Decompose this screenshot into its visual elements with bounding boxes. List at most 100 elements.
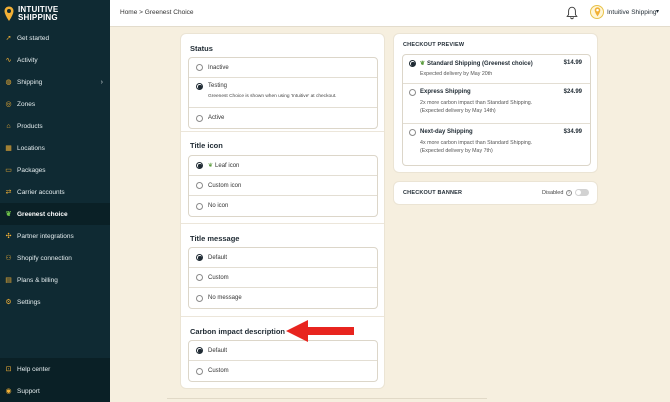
shipping-name: Next-day Shipping bbox=[420, 129, 473, 135]
sidebar-item-locations[interactable]: ▦ Locations bbox=[0, 137, 110, 159]
checkout-banner-title: CHECKOUT BANNER bbox=[403, 190, 463, 196]
option-label: Default bbox=[208, 254, 228, 261]
sidebar-item-get-started[interactable]: ➚ Get started bbox=[0, 27, 110, 49]
checkout-banner-toggle[interactable] bbox=[575, 189, 589, 196]
sidebar-item-support[interactable]: ◉ Support bbox=[0, 380, 110, 402]
activity-icon: ∿ bbox=[5, 57, 12, 64]
sidebar-item-label: Shipping bbox=[17, 78, 43, 86]
shipping-options: ❦ Standard Shipping (Greenest choice) $14… bbox=[402, 54, 591, 166]
package-icon: ▭ bbox=[5, 167, 12, 174]
status-title: Status bbox=[190, 44, 213, 53]
radio-button[interactable] bbox=[196, 274, 203, 281]
option-label: Custom bbox=[208, 274, 229, 281]
status-option-testing[interactable]: Testing Greenest Choice is shown when usi… bbox=[189, 78, 377, 108]
sidebar-item-label: Support bbox=[17, 387, 40, 395]
shipping-name-text: Standard Shipping (Greenest choice) bbox=[427, 61, 533, 67]
sidebar-item-settings[interactable]: ⚙ Settings bbox=[0, 291, 110, 313]
globe-icon: ◍ bbox=[5, 79, 12, 86]
sidebar-item-help-center[interactable]: ⊡ Help center bbox=[0, 358, 110, 380]
sidebar-item-partner-integrations[interactable]: ✣ Partner integrations bbox=[0, 225, 110, 247]
shipping-price: $34.99 bbox=[563, 129, 582, 135]
shipping-description-line: 2x more carbon impact than Standard Ship… bbox=[420, 100, 533, 106]
title-message-option-none[interactable]: No message bbox=[189, 288, 377, 308]
rocket-icon: ➚ bbox=[5, 35, 12, 42]
carbon-option-custom[interactable]: Custom bbox=[189, 361, 377, 381]
radio-button[interactable] bbox=[409, 129, 416, 136]
account-avatar[interactable] bbox=[590, 5, 604, 19]
option-label: No icon bbox=[208, 203, 229, 209]
sidebar-item-label: Settings bbox=[17, 298, 41, 306]
bell-icon[interactable] bbox=[566, 6, 578, 20]
radio-button[interactable] bbox=[196, 367, 203, 375]
status-option-active[interactable]: Active bbox=[189, 108, 377, 128]
help-circle-icon[interactable]: ? bbox=[566, 189, 572, 196]
sidebar-item-zones[interactable]: ◎ Zones bbox=[0, 93, 110, 115]
carbon-impact-title: Carbon impact description bbox=[190, 327, 286, 336]
shipping-description-line: (Expected delivery by May 7th) bbox=[420, 148, 493, 154]
sidebar-item-carrier-accounts[interactable]: ⇄ Carrier accounts bbox=[0, 181, 110, 203]
radio-button-selected[interactable] bbox=[196, 83, 203, 90]
shipping-option-next-day[interactable]: Next-day Shipping $34.99 4x more carbon … bbox=[403, 124, 590, 166]
breadcrumb[interactable]: Home > Greenest Choice bbox=[120, 9, 194, 16]
carbon-option-default[interactable]: Default bbox=[189, 341, 377, 361]
account-name[interactable]: Intuitive Shipping bbox=[607, 9, 657, 16]
sidebar-item-activity[interactable]: ∿ Activity bbox=[0, 49, 110, 71]
option-label: Active bbox=[208, 115, 225, 121]
checkout-preview-panel: CHECKOUT PREVIEW ❦ Standard Shipping (Gre… bbox=[393, 33, 598, 173]
shipping-name: ❦ Standard Shipping (Greenest choice) bbox=[420, 60, 533, 67]
title-message-options: Default Custom No message bbox=[188, 247, 378, 309]
chevron-down-icon[interactable]: ▾ bbox=[656, 8, 659, 15]
sidebar-item-plans-billing[interactable]: ▤ Plans & billing bbox=[0, 269, 110, 291]
sidebar-bottom: ⊡ Help center ◉ Support bbox=[0, 358, 110, 402]
sidebar-item-label: Products bbox=[17, 122, 43, 130]
sidebar-item-label: Activity bbox=[17, 56, 38, 64]
radio-button[interactable] bbox=[196, 182, 203, 189]
radio-button-selected[interactable] bbox=[196, 254, 203, 261]
shipping-option-express[interactable]: Express Shipping $24.99 2x more carbon i… bbox=[403, 84, 590, 124]
option-label: Custom bbox=[208, 368, 229, 374]
radio-button[interactable] bbox=[196, 294, 203, 302]
sidebar-item-packages[interactable]: ▭ Packages bbox=[0, 159, 110, 181]
carbon-impact-options: Default Custom bbox=[188, 340, 378, 382]
sidebar-item-products[interactable]: ⌂ Products bbox=[0, 115, 110, 137]
title-message-title: Title message bbox=[190, 234, 240, 243]
section-divider bbox=[181, 316, 384, 317]
sidebar-item-shopify-connection[interactable]: ⚇ Shopify connection bbox=[0, 247, 110, 269]
section-divider bbox=[181, 131, 384, 132]
sidebar-item-label: Locations bbox=[17, 144, 45, 152]
radio-button-selected[interactable] bbox=[196, 162, 203, 169]
radio-button[interactable] bbox=[196, 202, 203, 210]
leaf-icon: ❦ bbox=[208, 163, 214, 169]
brand-logo[interactable]: INTUITIVE SHIPPING bbox=[4, 4, 108, 24]
radio-button[interactable] bbox=[196, 114, 203, 122]
radio-button[interactable] bbox=[409, 89, 416, 96]
sidebar-item-greenest-choice[interactable]: ❦ Greenest choice bbox=[0, 203, 110, 225]
title-message-option-default[interactable]: Default bbox=[189, 248, 377, 268]
option-label: Leaf icon bbox=[215, 162, 240, 169]
radio-button-selected[interactable] bbox=[409, 60, 416, 67]
gear-icon: ⚙ bbox=[5, 299, 12, 306]
title-icon-option-custom[interactable]: Custom icon bbox=[189, 176, 377, 196]
option-label: No message bbox=[208, 295, 242, 301]
title-icon-option-leaf[interactable]: ❦ Leaf icon bbox=[189, 156, 377, 176]
title-icon-options: ❦ Leaf icon Custom icon No icon bbox=[188, 155, 378, 217]
checkout-banner-panel: CHECKOUT BANNER Disabled ? bbox=[393, 181, 598, 205]
leaf-icon: ❦ bbox=[420, 61, 426, 67]
sidebar-item-shipping[interactable]: ◍ Shipping › bbox=[0, 71, 110, 93]
shipping-option-standard[interactable]: ❦ Standard Shipping (Greenest choice) $14… bbox=[403, 55, 590, 84]
shipping-description-line: (Expected delivery by May 14th) bbox=[420, 108, 496, 114]
radio-button-selected[interactable] bbox=[196, 347, 203, 354]
sidebar-item-label: Partner integrations bbox=[17, 232, 74, 240]
support-icon: ◉ bbox=[5, 388, 12, 395]
sidebar-nav: ➚ Get started ∿ Activity ◍ Shipping › ◎ Zones… bbox=[0, 27, 110, 313]
location-pin-icon bbox=[4, 6, 14, 21]
title-message-option-custom[interactable]: Custom bbox=[189, 268, 377, 288]
sidebar-item-label: Shopify connection bbox=[17, 254, 72, 262]
shipping-description: Expected delivery by May 20th bbox=[420, 70, 570, 78]
checkout-banner-status: Disabled bbox=[542, 190, 564, 196]
chevron-right-icon: › bbox=[100, 78, 103, 86]
title-icon-option-none[interactable]: No icon bbox=[189, 196, 377, 216]
credit-card-icon: ▤ bbox=[5, 277, 12, 284]
radio-button[interactable] bbox=[196, 64, 203, 71]
status-option-inactive[interactable]: Inactive bbox=[189, 58, 377, 78]
